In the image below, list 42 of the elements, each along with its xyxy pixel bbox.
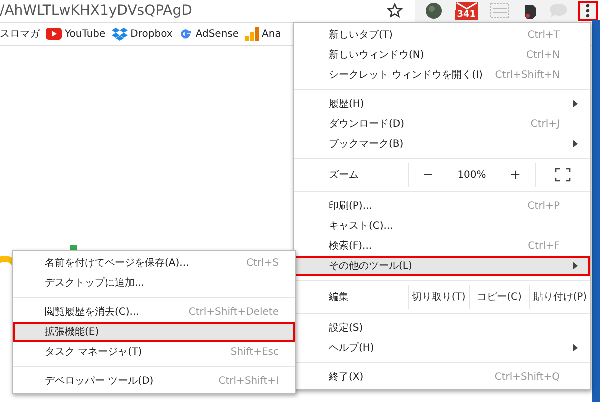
bar-chart-icon [245,27,260,41]
menu-item[interactable]: ブックマーク(B) [294,134,590,154]
box-icon [112,27,128,41]
menu-item[interactable]: シークレット ウィンドウを開く(I) Ctrl+Shift+N [294,65,590,85]
menu-item[interactable]: ダウンロード(D) Ctrl+J [294,114,590,134]
bookmark-link[interactable]: スロマガ [0,27,40,41]
star-icon[interactable] [387,3,404,19]
bookmark-link[interactable]: YouTube [65,28,106,40]
menu-item[interactable]: 名前を付けてページを保存(A)... Ctrl+S [13,253,295,273]
zoom-out-button[interactable]: − [418,168,438,182]
menu-item[interactable]: 閲覧履歴を消去(C)... Ctrl+Shift+Delete [13,302,295,322]
menu-item[interactable]: デベロッパー ツール(D) Ctrl+Shift+I [13,371,295,391]
menu-item[interactable]: タスク マネージャ(T) Shift+Esc [13,342,295,362]
globe-icon[interactable] [425,2,444,20]
g-icon [178,27,193,41]
menu-item[interactable]: 拡張機能(E) [13,322,295,342]
menu-item[interactable]: 検索(F)... Ctrl+F [294,236,590,256]
bookmark-link[interactable]: AdSense [196,28,240,40]
edit-button[interactable]: 切り取り(T) [408,285,470,309]
zoom-in-button[interactable]: + [506,168,526,182]
mail-icon[interactable] [456,2,478,10]
edit-label: 編集 [328,291,350,305]
menu-item[interactable]: 終了(X) Ctrl+Shift+Q [294,367,590,387]
menu-item[interactable]: 設定(S) [294,318,590,338]
zoom-value: 100% [458,170,486,180]
menu-item[interactable]: その他のツール(L) [294,256,590,276]
fullscreen-icon[interactable] [555,168,571,182]
play-icon [46,28,62,40]
mail-count-badge: 341 [455,10,478,20]
more-icon [586,4,590,18]
menu-item[interactable]: ヘルプ(H) [294,338,590,358]
menu-item[interactable]: 新しいタブ(T) Ctrl+T [294,25,590,45]
menu-item[interactable]: 新しいウィンドウ(N) Ctrl+N [294,45,590,65]
menu-item[interactable]: キャスト(C)... [294,216,590,236]
menu-item[interactable]: デスクトップに追加... [13,273,295,293]
menu-item[interactable]: 印刷(P)... Ctrl+P [294,196,590,216]
zoom-label: ズーム [328,169,360,183]
menu-item[interactable]: 履歴(H) [294,94,590,114]
bookmark-link[interactable]: Ana [262,28,282,40]
bookmark-link[interactable]: Dropbox [130,28,173,40]
menu-button[interactable] [578,1,598,21]
address-url[interactable]: /AhWLTLwKHX1yDVsQPAgD [0,3,388,19]
